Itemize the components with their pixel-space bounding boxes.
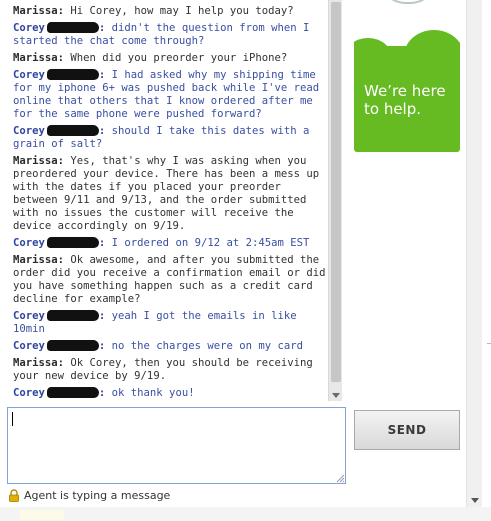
redacted-name	[46, 310, 99, 321]
chat-message: Marissa: Yes, that's why I was asking wh…	[6, 155, 328, 233]
cloud-shape	[404, 30, 460, 82]
redacted-name	[46, 340, 99, 351]
page-scrollbar[interactable]	[466, 0, 482, 507]
resize-grip-icon[interactable]	[335, 473, 345, 483]
message-speaker: Marissa:	[13, 52, 65, 64]
typing-status: Agent is typing a message	[8, 489, 170, 502]
chat-scrollbar[interactable]	[328, 0, 342, 401]
chat-transcript: Marissa: Hi Corey, how may I help you to…	[6, 0, 328, 400]
message-text: I ordered on 9/12 at 2:45am EST	[105, 237, 310, 249]
lock-icon	[9, 489, 19, 502]
message-text: When did you preorder your iPhone?	[64, 52, 288, 64]
message-speaker: Corey	[13, 22, 45, 34]
message-speaker: Corey	[13, 69, 45, 81]
page-scroll-down-icon[interactable]	[471, 498, 479, 503]
message-speaker: Marissa:	[13, 5, 65, 17]
message-input[interactable]	[7, 407, 346, 484]
redacted-name	[46, 237, 99, 248]
page-right-edge	[482, 0, 491, 521]
help-banner[interactable]: We’re here to help.	[354, 0, 460, 152]
chat-message: Marissa: Hi Corey, how may I help you to…	[6, 5, 328, 18]
chat-scrollbar-thumb[interactable]	[331, 2, 341, 382]
message-text: ok thank you!	[105, 387, 195, 399]
typing-status-text: Agent is typing a message	[24, 489, 171, 502]
chat-message: Marissa: Ok Corey, then you should be re…	[6, 357, 328, 383]
chat-message: Marissa: Ok awesome, and after you submi…	[6, 254, 328, 306]
message-speaker: Corey	[13, 340, 45, 352]
chat-message: Marissa: When did you preorder your iPho…	[6, 52, 328, 65]
chat-message: Corey: should I take this dates with a g…	[6, 125, 328, 151]
message-speaker: Corey	[13, 125, 45, 137]
chat-message: Corey: I ordered on 9/12 at 2:45am EST	[6, 237, 328, 250]
banner-text: We’re here to help.	[364, 82, 446, 118]
message-speaker: Marissa:	[13, 357, 65, 369]
edge-tick	[487, 343, 491, 344]
message-speaker: Marissa:	[13, 155, 65, 167]
text-caret	[12, 412, 13, 426]
redacted-name	[46, 125, 99, 136]
message-text: Hi Corey, how may I help you today?	[64, 5, 294, 17]
chat-message: Corey: didn't the question from when I s…	[6, 22, 328, 48]
redacted-name	[46, 22, 99, 33]
redacted-name	[46, 69, 99, 80]
bottom-hint	[20, 510, 64, 520]
chat-message: Corey: no the charges were on my card	[6, 340, 328, 353]
chat-scroll-down-icon[interactable]	[332, 393, 340, 398]
message-speaker: Corey	[13, 237, 45, 249]
redacted-name	[46, 387, 99, 398]
message-speaker: Corey	[13, 310, 45, 322]
logo-arc-icon	[378, 0, 438, 4]
chat-message: Corey: ok thank you!	[6, 387, 328, 400]
bottom-strip	[0, 507, 491, 521]
chat-message: Corey: I had asked why my shipping time …	[6, 69, 328, 121]
message-speaker: Corey	[13, 387, 45, 399]
message-text: no the charges were on my card	[105, 340, 303, 352]
chat-message: Corey: yeah I got the emails in like 10m…	[6, 310, 328, 336]
send-button[interactable]: SEND	[354, 410, 460, 450]
message-speaker: Marissa:	[13, 254, 65, 266]
